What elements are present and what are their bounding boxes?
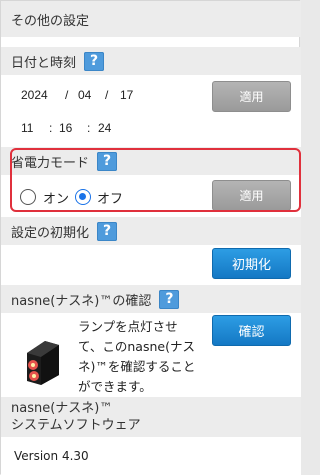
time-separator: :: [87, 121, 91, 135]
power-off-radio[interactable]: [75, 189, 91, 205]
help-icon[interactable]: ?: [84, 51, 105, 71]
software-body: Version 4.30: [1, 437, 301, 475]
time-separator: :: [49, 121, 53, 135]
power-apply-button[interactable]: 適用: [212, 180, 291, 211]
confirm-body: ランプを点灯させ て、このnasne(ナス ネ)™を確認すること ができます。 …: [1, 313, 301, 397]
date-separator: /: [65, 88, 69, 102]
datetime-body: 2024 / 04 / 17 11 : 16 : 24 適用: [1, 75, 301, 147]
month-field[interactable]: 04: [78, 88, 91, 102]
software-version: Version 4.30: [14, 449, 89, 463]
reset-body: 初期化: [1, 245, 301, 285]
software-label-line1: nasne(ナスネ)™: [11, 401, 113, 416]
confirm-button[interactable]: 確認: [212, 315, 291, 346]
help-icon[interactable]: ?: [159, 289, 180, 309]
confirm-description: ランプを点灯させ て、このnasne(ナス ネ)™を確認すること ができます。: [78, 319, 196, 394]
power-on-radio[interactable]: [20, 189, 36, 205]
confirm-header: nasne(ナスネ)™の確認 ?: [1, 285, 301, 313]
power-off-label[interactable]: オフ: [97, 188, 123, 207]
datetime-label: 日付と時刻: [11, 55, 77, 71]
hour-field[interactable]: 11: [21, 121, 33, 135]
day-field[interactable]: 17: [120, 88, 133, 102]
second-field[interactable]: 24: [98, 121, 111, 135]
page-title: その他の設定: [11, 13, 90, 29]
reset-button[interactable]: 初期化: [212, 248, 291, 279]
confirm-label: nasne(ナスネ)™の確認: [11, 293, 152, 309]
datetime-apply-button[interactable]: 適用: [212, 81, 291, 112]
power-header: 省電力モード ?: [1, 147, 301, 175]
reset-label: 設定の初期化: [11, 225, 90, 241]
power-on-label[interactable]: オン: [43, 188, 69, 207]
help-icon[interactable]: ?: [97, 221, 118, 241]
settings-panel: その他の設定 日付と時刻 ? 2024 / 04 / 17 11 : 16 : …: [0, 0, 301, 475]
datetime-header: 日付と時刻 ?: [1, 47, 301, 75]
reset-header: 設定の初期化 ?: [1, 217, 301, 245]
nasne-device-icon: [27, 341, 59, 385]
help-icon[interactable]: ?: [97, 151, 118, 171]
minute-field[interactable]: 16: [59, 121, 72, 135]
software-label-line2: システムソフトウェア: [11, 418, 141, 433]
year-field[interactable]: 2024: [21, 88, 48, 102]
power-body: オン オフ 適用: [1, 175, 301, 217]
software-header: nasne(ナスネ)™ システムソフトウェア: [1, 397, 301, 437]
power-label: 省電力モード: [11, 155, 90, 171]
page-title-bar: その他の設定: [1, 1, 301, 37]
date-separator: /: [105, 88, 109, 102]
